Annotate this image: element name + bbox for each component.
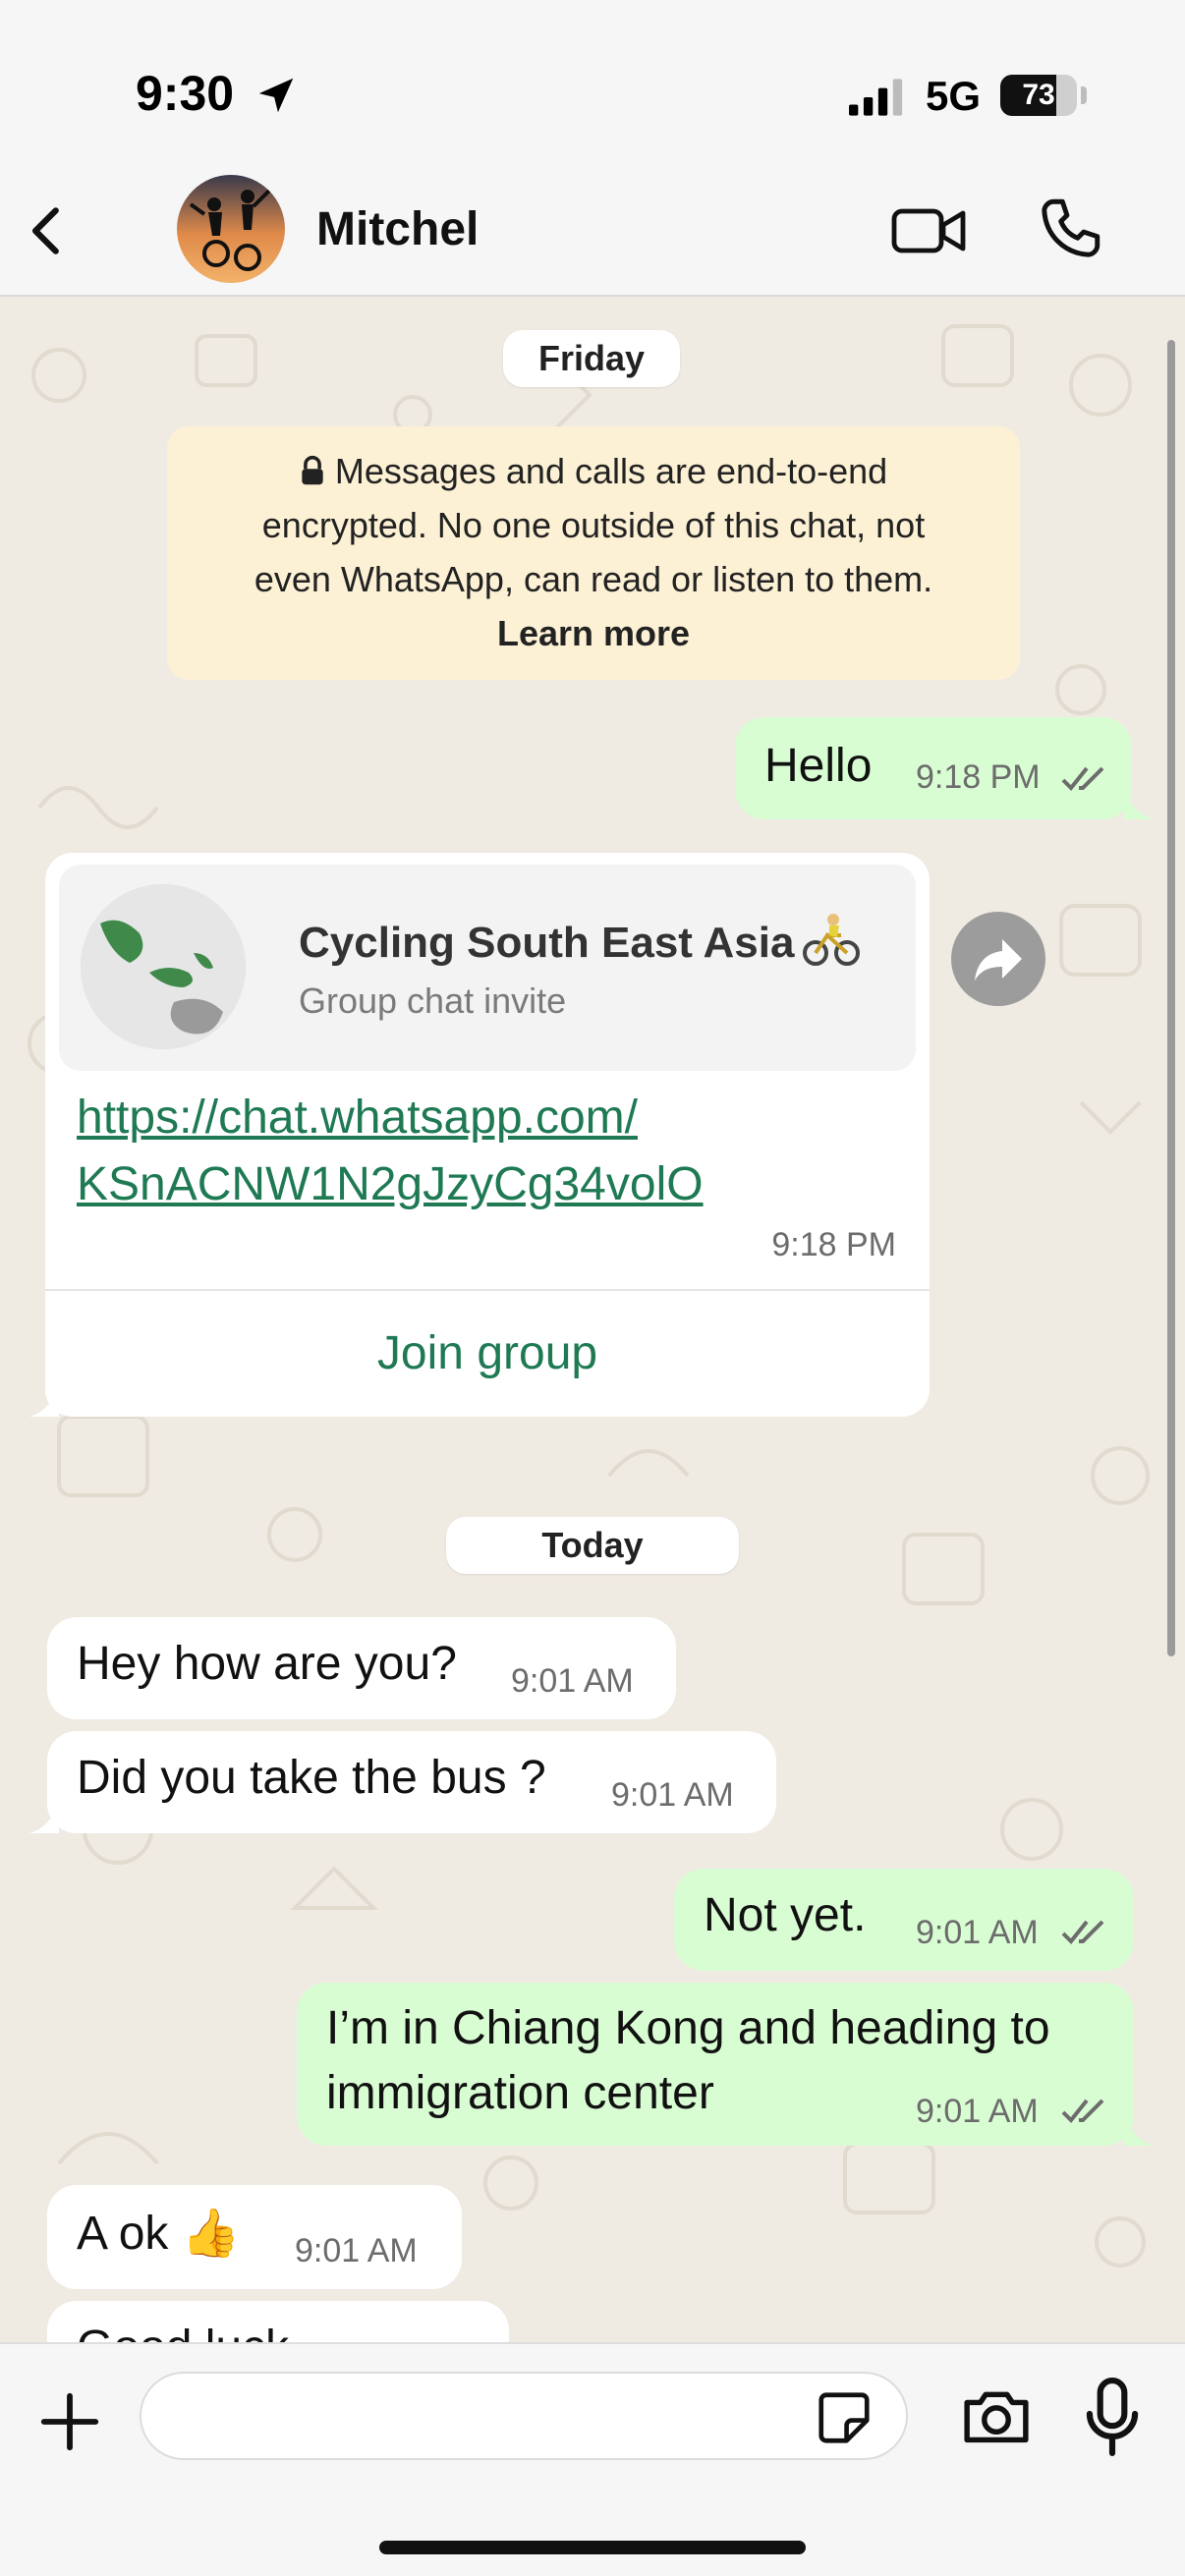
back-icon[interactable] — [18, 200, 79, 261]
invite-preview[interactable]: Cycling South East Asia Group chat invit… — [59, 865, 916, 1071]
invite-link[interactable]: https://chat.whatsapp.com/ KSnACNW1N2gJz… — [77, 1085, 902, 1218]
status-bar: 9:30 5G 73 — [0, 0, 1185, 167]
group-subtitle: Group chat invite — [299, 980, 567, 1021]
read-receipt-icon — [1061, 2099, 1104, 2123]
date-divider-friday: Friday — [503, 330, 680, 387]
bubble-tail — [1124, 2116, 1154, 2146]
message-incoming[interactable]: Hey how are you? 9:01 AM — [47, 1617, 676, 1719]
message-text: Did you take the bus ? — [77, 1752, 546, 1804]
learn-more-link[interactable]: Learn more — [167, 606, 1020, 660]
video-call-icon[interactable] — [890, 196, 969, 265]
camera-icon[interactable] — [959, 2383, 1034, 2448]
avatar[interactable] — [177, 175, 285, 283]
cyclist-icon — [803, 914, 861, 966]
plus-icon[interactable] — [35, 2387, 104, 2456]
battery-indicator: 73 — [1000, 75, 1077, 116]
group-globe-image — [81, 884, 246, 1049]
message-text: A ok 👍 — [77, 2208, 241, 2260]
battery-cap — [1081, 86, 1087, 104]
message-time: 9:01 AM — [511, 1662, 634, 1700]
message-outgoing[interactable]: Not yet. 9:01 AM — [674, 1869, 1134, 1971]
bubble-tail — [1124, 790, 1154, 819]
encryption-line-3: even WhatsApp, can read or listen to the… — [254, 559, 933, 599]
message-time: 9:01 AM — [916, 2093, 1039, 2130]
message-incoming[interactable]: Did you take the bus ? 9:01 AM — [47, 1731, 776, 1833]
message-time: 9:01 AM — [295, 2232, 418, 2269]
group-invite-card[interactable]: Cycling South East Asia Group chat invit… — [45, 853, 930, 1417]
group-title: Cycling South East Asia — [299, 912, 861, 968]
join-group-button[interactable]: Join group — [45, 1291, 930, 1417]
sticker-icon[interactable] — [814, 2387, 875, 2448]
message-outgoing-hello[interactable]: Hello 9:18 PM — [735, 717, 1132, 819]
read-receipt-icon — [1061, 1920, 1104, 1944]
bubble-tail — [29, 1804, 59, 1833]
encryption-notice[interactable]: Messages and calls are end-to-end encryp… — [167, 426, 1020, 680]
signal-icon — [849, 79, 903, 116]
location-arrow-icon — [258, 78, 294, 113]
chat-area[interactable]: Friday Messages and calls are end-to-end… — [0, 297, 1185, 2342]
forward-icon — [975, 939, 1022, 980]
message-time: 9:18 PM — [771, 1226, 896, 1263]
composer-bar — [0, 2342, 1185, 2576]
message-outgoing[interactable]: I’m in Chiang Kong and heading to immigra… — [297, 1983, 1134, 2146]
encryption-line-2: encrypted. No one outside of this chat, … — [261, 505, 926, 545]
message-text: Not yet. — [704, 1889, 867, 1941]
forward-button[interactable] — [951, 912, 1045, 1006]
status-time: 9:30 — [136, 66, 235, 121]
message-text: Hey how are you? — [77, 1638, 457, 1690]
battery-level: 73 — [1022, 79, 1055, 111]
chat-header: Mitchel — [0, 167, 1185, 297]
message-incoming[interactable]: Good luck — [47, 2301, 509, 2342]
home-indicator[interactable] — [379, 2541, 806, 2554]
message-input[interactable] — [140, 2372, 908, 2460]
message-text: Hello — [764, 740, 873, 792]
network-label: 5G — [926, 73, 982, 119]
read-receipt-icon — [1061, 766, 1104, 791]
message-time: 9:18 PM — [916, 758, 1041, 796]
message-incoming[interactable]: A ok 👍 9:01 AM — [47, 2185, 462, 2289]
encryption-line-1: Messages and calls are end-to-end — [167, 444, 1020, 498]
message-text: Good luck — [77, 2321, 289, 2342]
bubble-tail — [29, 1387, 59, 1417]
microphone-icon[interactable] — [1085, 2378, 1140, 2456]
contact-name[interactable]: Mitchel — [316, 202, 479, 256]
voice-call-icon[interactable] — [1034, 193, 1106, 265]
date-divider-today: Today — [446, 1517, 739, 1574]
message-time: 9:01 AM — [611, 1776, 734, 1814]
scrollbar[interactable] — [1167, 340, 1175, 1656]
lock-icon — [302, 455, 323, 485]
message-time: 9:01 AM — [916, 1914, 1039, 1951]
